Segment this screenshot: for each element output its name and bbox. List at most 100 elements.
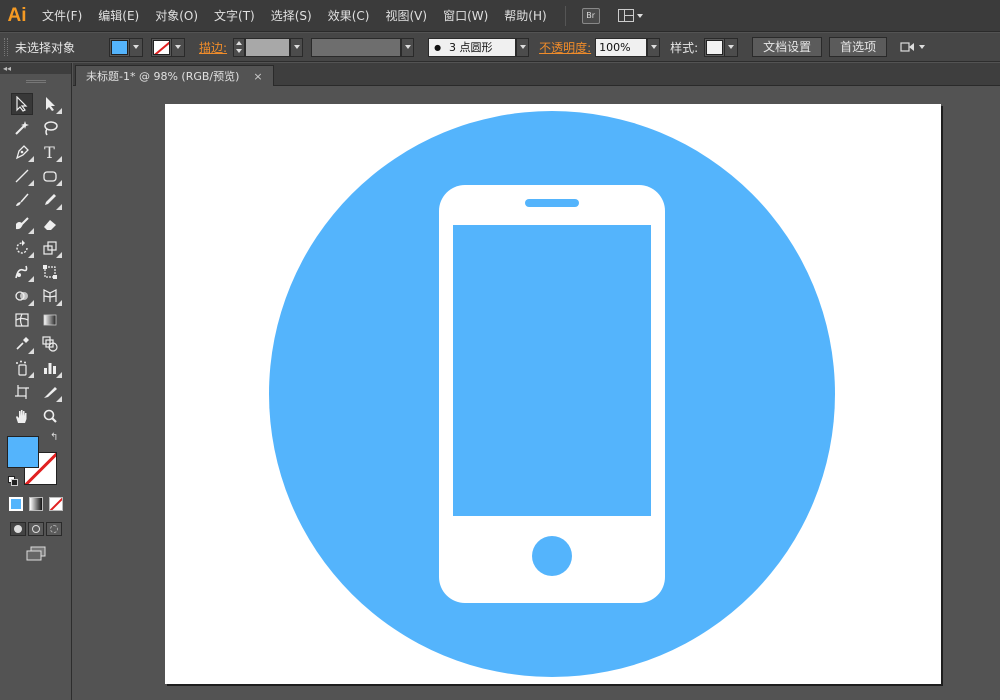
swap-fill-stroke-icon[interactable]: ↰ — [50, 432, 58, 443]
chevron-down-icon — [175, 45, 182, 49]
stroke-weight-dropdown[interactable] — [290, 37, 304, 57]
draw-inside-button[interactable] — [45, 522, 62, 536]
eraser-icon — [42, 216, 58, 232]
gradient-tool[interactable] — [39, 309, 61, 331]
shape-builder-tool[interactable] — [11, 285, 34, 307]
menu-item-8[interactable]: 帮助(H) — [496, 0, 554, 32]
flyout-indicator-icon — [27, 156, 34, 162]
menu-item-2[interactable]: 对象(O) — [147, 0, 206, 32]
zoom-tool[interactable] — [39, 405, 61, 427]
slice-tool[interactable] — [39, 381, 62, 403]
brush-dropdown[interactable] — [516, 37, 530, 57]
pencil-tool[interactable] — [39, 189, 62, 211]
preferences-button[interactable]: 首选项 — [829, 37, 888, 57]
fill-color-dropdown[interactable] — [109, 37, 144, 57]
opacity-input[interactable]: 100% — [595, 37, 648, 57]
menu-separator — [564, 5, 566, 26]
phone-screen[interactable] — [453, 225, 651, 516]
lasso-tool[interactable] — [39, 117, 61, 139]
default-fill-stroke-icon[interactable] — [8, 476, 18, 486]
screen-mode-button[interactable] — [0, 546, 71, 562]
flyout-indicator-icon — [55, 204, 62, 210]
type-tool[interactable]: T — [39, 141, 62, 163]
opacity-panel-link[interactable]: 不透明度: — [539, 39, 591, 56]
collapse-panel-icon[interactable]: ◂◂ — [3, 64, 11, 73]
paintbrush-tool[interactable] — [11, 189, 33, 211]
selection-icon — [15, 96, 29, 112]
selection-tool[interactable] — [10, 93, 33, 115]
stroke-weight-input[interactable] — [245, 37, 291, 57]
bridge-button[interactable]: Br — [581, 7, 600, 24]
stroke-panel-link[interactable]: 描边: — [199, 39, 227, 56]
gradient-mode-button[interactable] — [28, 497, 43, 511]
rotate-tool[interactable] — [11, 237, 34, 259]
eraser-tool[interactable] — [39, 213, 61, 235]
warp-tool[interactable] — [11, 261, 34, 283]
perspective-grid-tool[interactable] — [39, 285, 62, 307]
tool-grid: T — [0, 92, 71, 428]
color-mode-button[interactable] — [8, 497, 23, 511]
draw-behind-button[interactable] — [27, 522, 44, 536]
opacity-dropdown[interactable] — [647, 37, 661, 57]
brush-definition-value: 3 点圆形 — [449, 40, 493, 54]
tool-row — [0, 284, 71, 308]
magic-wand-tool[interactable] — [11, 117, 33, 139]
draw-normal-button[interactable] — [9, 522, 26, 536]
artboard-tool[interactable] — [11, 381, 33, 403]
control-bar: 未选择对象 描边: ● 3 点圆形 不透明度: 100% 样式: 文档设置 首选… — [0, 33, 1000, 62]
tool-row — [0, 236, 71, 260]
pen-tool[interactable] — [11, 141, 34, 163]
free-transform-tool[interactable] — [39, 261, 61, 283]
artboard[interactable] — [165, 104, 941, 684]
tool-row — [0, 260, 71, 284]
phone-home-button[interactable] — [532, 536, 572, 576]
control-bar-grip[interactable] — [4, 38, 8, 56]
phone-speaker-slot[interactable] — [525, 199, 579, 207]
canvas-area[interactable] — [73, 87, 1000, 700]
style-label: 样式: — [670, 40, 699, 55]
eyedropper-tool[interactable] — [11, 333, 34, 355]
tools-panel-header[interactable]: ◂◂ — [0, 63, 71, 74]
menu-item-5[interactable]: 效果(C) — [320, 0, 378, 32]
panel-menu-button[interactable] — [899, 40, 926, 54]
none-mode-button[interactable] — [48, 497, 63, 511]
hand-tool[interactable] — [11, 405, 33, 427]
blend-tool[interactable] — [39, 333, 61, 355]
menu-item-6[interactable]: 视图(V) — [377, 0, 435, 32]
arrange-documents-button[interactable] — [617, 9, 643, 22]
direct-selection-icon — [43, 96, 57, 112]
menu-item-7[interactable]: 窗口(W) — [435, 0, 496, 32]
brush-definition-field[interactable]: ● 3 点圆形 — [428, 37, 517, 57]
variable-width-profile[interactable] — [311, 37, 402, 57]
line-tool[interactable] — [11, 165, 34, 187]
column-graph-tool[interactable] — [39, 357, 62, 379]
menu-item-4[interactable]: 选择(S) — [263, 0, 320, 32]
style-dropdown-arrow[interactable] — [724, 38, 738, 56]
document-tab-title: 未标题-1* @ 98% (RGB/预览) — [86, 70, 240, 83]
menu-item-3[interactable]: 文字(T) — [206, 0, 263, 32]
paintbrush-icon — [14, 192, 30, 208]
close-icon[interactable]: × — [253, 70, 262, 83]
rectangle-tool[interactable] — [39, 165, 62, 187]
menu-item-0[interactable]: 文件(F) — [34, 0, 90, 32]
chevron-down-icon — [293, 45, 300, 49]
fill-color-box[interactable] — [7, 436, 39, 468]
stroke-color-dropdown[interactable] — [151, 37, 186, 57]
symbol-sprayer-tool[interactable] — [11, 357, 34, 379]
free-transform-icon — [42, 264, 58, 280]
mesh-tool[interactable] — [11, 309, 33, 331]
fill-dropdown-arrow[interactable] — [129, 38, 143, 56]
graphic-style-dropdown[interactable] — [704, 37, 739, 57]
scale-tool[interactable] — [39, 237, 62, 259]
document-setup-button[interactable]: 文档设置 — [752, 37, 823, 57]
profile-dropdown[interactable] — [401, 37, 415, 57]
tools-panel-grip[interactable] — [25, 80, 46, 83]
gradient-icon — [42, 312, 58, 328]
blob-brush-tool[interactable] — [11, 213, 34, 235]
document-tab[interactable]: 未标题-1* @ 98% (RGB/预览) × — [75, 65, 274, 86]
stroke-dropdown-arrow[interactable] — [171, 38, 185, 56]
stroke-weight-stepper[interactable] — [233, 37, 246, 57]
menu-items: 文件(F) 编辑(E) 对象(O) 文字(T) 选择(S) 效果(C) 视图(V) 窗口(W)… — [34, 0, 555, 32]
menu-item-1[interactable]: 编辑(E) — [90, 0, 147, 32]
direct-selection-tool[interactable] — [39, 93, 62, 115]
